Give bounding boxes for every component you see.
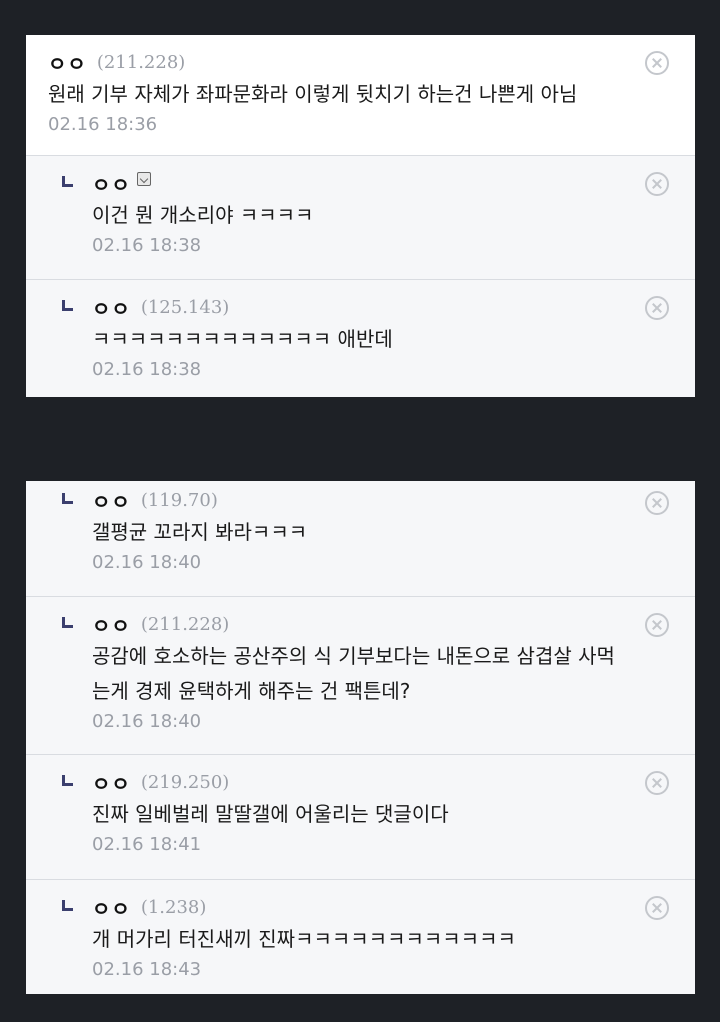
- comment-ip: (1.238): [140, 896, 207, 918]
- comment-meta: ㅇㅇ: [92, 169, 695, 198]
- reply-item: ㅇㅇ (211.228) 공감에 호소하는 공산주의 식 기부보다는 내돈으로 …: [26, 597, 695, 755]
- comment-ip: (119.70): [140, 489, 218, 511]
- delete-comment-icon[interactable]: [645, 491, 669, 515]
- comment-time: 02.16 18:40: [92, 552, 202, 573]
- comment-nickname[interactable]: ㅇㅇ: [92, 768, 131, 797]
- comment-ip: (211.228): [96, 51, 186, 73]
- comment-nickname[interactable]: ㅇㅇ: [92, 169, 131, 198]
- comment-ip: (219.250): [140, 771, 230, 793]
- delete-comment-icon[interactable]: [645, 172, 669, 196]
- comment-nickname[interactable]: ㅇㅇ: [92, 610, 131, 639]
- reply-arrow-icon: [62, 493, 73, 504]
- comment-time: 02.16 18:38: [92, 359, 202, 380]
- delete-comment-icon[interactable]: [645, 613, 669, 637]
- comment-panel-2: ㅇㅇ (119.70) 갤평균 꼬라지 봐라ㅋㅋㅋ 02.16 18:40 ㅇㅇ…: [26, 481, 695, 994]
- comment-text: 갤평균 꼬라지 봐라ㅋㅋㅋ: [92, 520, 308, 544]
- comment-time: 02.16 18:43: [92, 959, 202, 980]
- comment-text: 이건 뭔 개소리야 ㅋㅋㅋㅋ: [92, 203, 314, 227]
- reply-item: ㅇㅇ (119.70) 갤평균 꼬라지 봐라ㅋㅋㅋ 02.16 18:40: [26, 481, 695, 597]
- comment-time: 02.16 18:36: [48, 114, 158, 135]
- reply-item: ㅇㅇ (125.143) ㅋㅋㅋㅋㅋㅋㅋㅋㅋㅋㅋㅋㅋ 애반데 02.16 18:…: [26, 280, 695, 397]
- delete-comment-icon[interactable]: [645, 896, 669, 920]
- reply-arrow-icon: [62, 775, 73, 786]
- comment-time: 02.16 18:38: [92, 235, 202, 256]
- comment-nickname[interactable]: ㅇㅇ: [92, 486, 131, 515]
- reply-item: ㅇㅇ (219.250) 진짜 일베벌레 말딸갤에 어울리는 댓글이다 02.1…: [26, 755, 695, 880]
- comment-text: 공감에 호소하는 공산주의 식 기부보다는 내돈으로 삼겹살 사먹 는게 경제 …: [92, 639, 695, 709]
- comment-meta: ㅇㅇ (125.143): [92, 293, 695, 322]
- comment-meta: ㅇㅇ (211.228): [92, 610, 695, 639]
- comment-time: 02.16 18:40: [92, 711, 202, 732]
- reply-arrow-icon: [62, 900, 73, 911]
- delete-comment-icon[interactable]: [645, 51, 669, 75]
- comment-text: 개 머가리 터진새끼 진짜ㅋㅋㅋㅋㅋㅋㅋㅋㅋㅋㅋㅋ: [92, 927, 516, 951]
- comment-meta: ㅇㅇ (211.228): [48, 48, 695, 77]
- comment-item: ㅇㅇ (211.228) 원래 기부 자체가 좌파문화라 이렇게 뒷치기 하는건…: [26, 35, 695, 156]
- reply-arrow-icon: [62, 300, 73, 311]
- reply-item: ㅇㅇ (1.238) 개 머가리 터진새끼 진짜ㅋㅋㅋㅋㅋㅋㅋㅋㅋㅋㅋㅋ 02.…: [26, 880, 695, 994]
- comment-time: 02.16 18:41: [92, 834, 202, 855]
- comment-nickname[interactable]: ㅇㅇ: [92, 893, 131, 922]
- reply-arrow-icon: [62, 176, 73, 187]
- comment-panel-1: ㅇㅇ (211.228) 원래 기부 자체가 좌파문화라 이렇게 뒷치기 하는건…: [26, 35, 695, 397]
- comment-nickname[interactable]: ㅇㅇ: [92, 293, 131, 322]
- comment-text: 진짜 일베벌레 말딸갤에 어울리는 댓글이다: [92, 802, 449, 826]
- comment-ip: (211.228): [140, 613, 230, 635]
- comment-text: ㅋㅋㅋㅋㅋㅋㅋㅋㅋㅋㅋㅋㅋ 애반데: [92, 327, 393, 351]
- delete-comment-icon[interactable]: [645, 296, 669, 320]
- comment-meta: ㅇㅇ (1.238): [92, 893, 695, 922]
- delete-comment-icon[interactable]: [645, 771, 669, 795]
- comment-text: 원래 기부 자체가 좌파문화라 이렇게 뒷치기 하는건 나쁜게 아님: [48, 82, 578, 106]
- reply-arrow-icon: [62, 617, 73, 628]
- comment-meta: ㅇㅇ (119.70): [92, 486, 695, 515]
- comment-nickname[interactable]: ㅇㅇ: [48, 48, 87, 77]
- member-badge-icon: [136, 172, 151, 186]
- comment-meta: ㅇㅇ (219.250): [92, 768, 695, 797]
- reply-item: ㅇㅇ 이건 뭔 개소리야 ㅋㅋㅋㅋ 02.16 18:38: [26, 156, 695, 280]
- comment-ip: (125.143): [140, 296, 230, 318]
- comment-text-line: 공감에 호소하는 공산주의 식 기부보다는 내돈으로 삼겹살 사먹: [92, 644, 615, 668]
- comment-text-line: 는게 경제 윤택하게 해주는 건 팩튼데?: [92, 679, 411, 703]
